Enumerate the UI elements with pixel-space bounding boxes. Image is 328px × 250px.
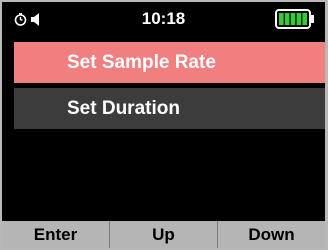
device-frame: 10:18 Set Sample Rate Set Duration Enter… <box>0 0 328 250</box>
menu-item-set-sample-rate[interactable]: Set Sample Rate <box>14 42 325 83</box>
menu-item-set-duration[interactable]: Set Duration <box>14 88 325 129</box>
menu-item-label: Set Sample Rate <box>67 52 216 73</box>
menu-item-label: Set Duration <box>67 98 180 119</box>
battery-bar <box>302 13 307 25</box>
battery-bar <box>279 13 284 25</box>
up-button[interactable]: Up <box>110 221 218 248</box>
down-button[interactable]: Down <box>218 221 325 248</box>
status-bar: 10:18 <box>2 2 325 36</box>
softkey-bar: Enter Up Down <box>2 221 325 248</box>
battery-full-icon <box>275 9 314 29</box>
enter-button[interactable]: Enter <box>2 221 110 248</box>
battery-bar <box>290 13 296 25</box>
battery-bar <box>296 13 302 25</box>
display-screen: 10:18 Set Sample Rate Set Duration Enter… <box>2 2 325 248</box>
battery-bar <box>284 13 290 25</box>
